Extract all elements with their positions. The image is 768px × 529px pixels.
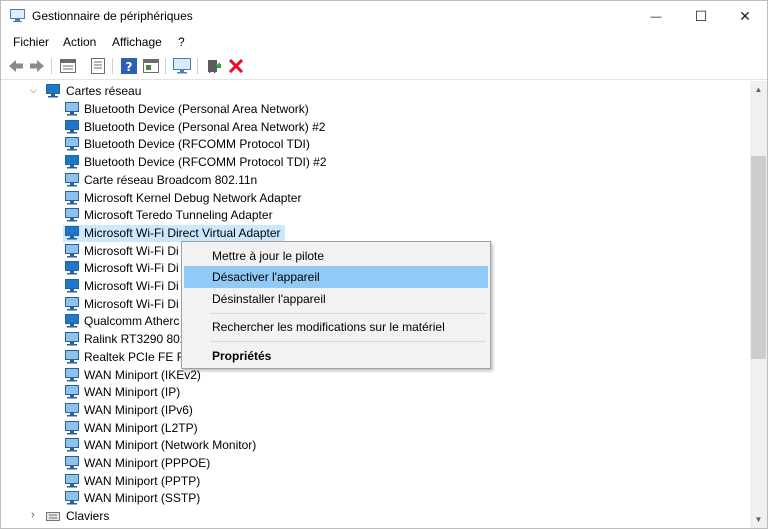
- tree-device-label: Microsoft Kernel Debug Network Adapter: [84, 190, 302, 205]
- network-adapter-icon: [65, 261, 79, 275]
- device-list-icon[interactable]: [89, 57, 107, 75]
- tree-device-label: Carte réseau Broadcom 802.11n: [84, 172, 258, 187]
- network-adapter-icon: [65, 491, 79, 505]
- menu-bar: Fichier Action Affichage ?: [1, 32, 767, 52]
- tree-device-label: Microsoft Wi-Fi Direct Virtual Adapter: [84, 225, 281, 240]
- tree-device-row[interactable]: Microsoft Wi-Fi Direct Virtual Adapter: [63, 224, 285, 242]
- tree-device-label: Bluetooth Device (RFCOMM Protocol TDI): [84, 137, 310, 152]
- close-button[interactable]: ✕: [722, 1, 768, 32]
- tree-device-label: WAN Miniport (Network Monitor): [84, 438, 257, 453]
- svg-text:?: ?: [126, 60, 133, 74]
- tree-category-label: Cartes réseau: [66, 84, 142, 98]
- collapsed-chevron-icon[interactable]: ›: [31, 509, 35, 521]
- tree-category-label: Claviers: [66, 509, 110, 524]
- close-icon: ✕: [739, 8, 751, 24]
- tree-category-claviers[interactable]: › Claviers: [1, 508, 301, 525]
- menu-properties[interactable]: Propriétés: [184, 345, 488, 367]
- window-title: Gestionnaire de périphériques: [32, 9, 193, 23]
- tree-device-label: Microsoft Wi-Fi Di: [84, 296, 179, 311]
- tree-device-label: WAN Miniport (SSTP): [84, 491, 201, 506]
- network-adapter-icon: [65, 102, 79, 116]
- device-manager-window: Gestionnaire de périphériques — ☐ ✕ Fich…: [0, 0, 768, 529]
- tree-device-label: WAN Miniport (PPTP): [84, 473, 201, 488]
- show-device-icon[interactable]: [142, 57, 160, 75]
- expanded-chevron-icon[interactable]: ⌵: [30, 85, 37, 96]
- toolbar-separator: [112, 58, 113, 74]
- menu-uninstall-device[interactable]: Désinstaller l'appareil: [184, 288, 488, 310]
- menu-separator: [210, 313, 486, 314]
- network-adapter-icon: [65, 243, 79, 258]
- help-icon[interactable]: ?: [120, 57, 138, 75]
- network-adapter-icon: [65, 473, 79, 488]
- network-adapter-icon: [65, 332, 79, 346]
- tree-device-label: Microsoft Wi-Fi Di: [84, 243, 179, 258]
- title-bar[interactable]: Gestionnaire de périphériques — ☐ ✕: [1, 1, 767, 32]
- forward-arrow-icon[interactable]: [28, 57, 46, 75]
- menu-separator: [210, 341, 486, 342]
- network-adapter-category-icon: [46, 84, 60, 98]
- uninstall-icon[interactable]: [227, 57, 245, 75]
- tree-device-label: Microsoft Wi-Fi Di: [84, 279, 179, 293]
- tree-device-label: WAN Miniport (IPv6): [84, 402, 193, 417]
- toolbar-separator: [197, 58, 198, 74]
- minimize-icon: —: [650, 10, 662, 23]
- network-adapter-icon: [65, 225, 79, 240]
- network-adapter-icon: [65, 296, 79, 311]
- network-adapter-icon: [65, 349, 79, 364]
- network-adapter-icon: [65, 367, 79, 382]
- monitor-icon[interactable]: [173, 57, 191, 75]
- network-adapter-icon: [65, 190, 79, 205]
- scroll-down-icon[interactable]: ▼: [750, 511, 767, 528]
- update-driver-icon[interactable]: [204, 57, 222, 75]
- menu-scan-hardware[interactable]: Rechercher les modifications sur le maté…: [184, 316, 488, 338]
- tree-category-cartes-reseau[interactable]: ⌵ Cartes réseau: [1, 83, 301, 100]
- network-adapter-icon: [65, 456, 79, 470]
- network-adapter-icon: [65, 137, 79, 151]
- tree-device-label: Qualcomm Atherc: [84, 314, 180, 329]
- tree-device-label: WAN Miniport (L2TP): [84, 420, 198, 435]
- tree-device-label: Realtek PCIe FE Fa: [84, 349, 191, 364]
- menu-disable-device[interactable]: Désactiver l'appareil: [184, 266, 488, 288]
- network-adapter-icon: [65, 172, 79, 187]
- network-adapter-icon: [65, 119, 79, 134]
- tree-device-label: Microsoft Teredo Tunneling Adapter: [84, 208, 273, 223]
- device-manager-icon: [10, 9, 25, 22]
- network-adapter-icon: [65, 279, 79, 293]
- keyboard-icon: [46, 509, 60, 523]
- network-adapter-icon: [65, 208, 79, 222]
- menu-fichier[interactable]: Fichier: [13, 35, 49, 49]
- back-arrow-icon[interactable]: [7, 57, 25, 75]
- scroll-up-icon[interactable]: ▲: [750, 81, 767, 98]
- menu-action[interactable]: Action: [63, 35, 96, 49]
- network-adapter-icon: [65, 438, 79, 452]
- network-adapter-icon: [65, 314, 79, 328]
- tree-device-label: Ralink RT3290 802.: [84, 332, 190, 347]
- network-adapter-icon: [65, 155, 79, 169]
- menu-update-driver[interactable]: Mettre à jour le pilote: [184, 245, 488, 267]
- tree-device-label: WAN Miniport (IP): [84, 385, 181, 400]
- tree-device-label: Bluetooth Device (Personal Area Network)…: [84, 119, 326, 134]
- toolbar-separator: [165, 58, 166, 74]
- tree-device-label: Bluetooth Device (Personal Area Network): [84, 102, 309, 116]
- tree-device-label: Microsoft Wi-Fi Di: [84, 261, 179, 276]
- network-adapter-icon: [65, 420, 79, 435]
- network-adapter-icon: [65, 402, 79, 417]
- tree-device-label: WAN Miniport (IKEv2): [84, 367, 201, 382]
- network-adapter-icon: [65, 385, 79, 399]
- context-menu: Mettre à jour le pilote Désactiver l'app…: [181, 241, 491, 369]
- minimize-button[interactable]: —: [633, 1, 679, 32]
- scrollbar-thumb[interactable]: [751, 156, 766, 359]
- tree-device-label: WAN Miniport (PPPOE): [84, 456, 211, 470]
- menu-help[interactable]: ?: [178, 35, 185, 49]
- maximize-icon: ☐: [694, 8, 708, 24]
- menu-affichage[interactable]: Affichage: [112, 35, 162, 49]
- properties-icon[interactable]: [59, 57, 77, 75]
- tree-device-label: Bluetooth Device (RFCOMM Protocol TDI) #…: [84, 155, 327, 170]
- maximize-button[interactable]: ☐: [678, 1, 724, 32]
- toolbar: ?: [1, 53, 767, 80]
- toolbar-separator: [51, 58, 52, 74]
